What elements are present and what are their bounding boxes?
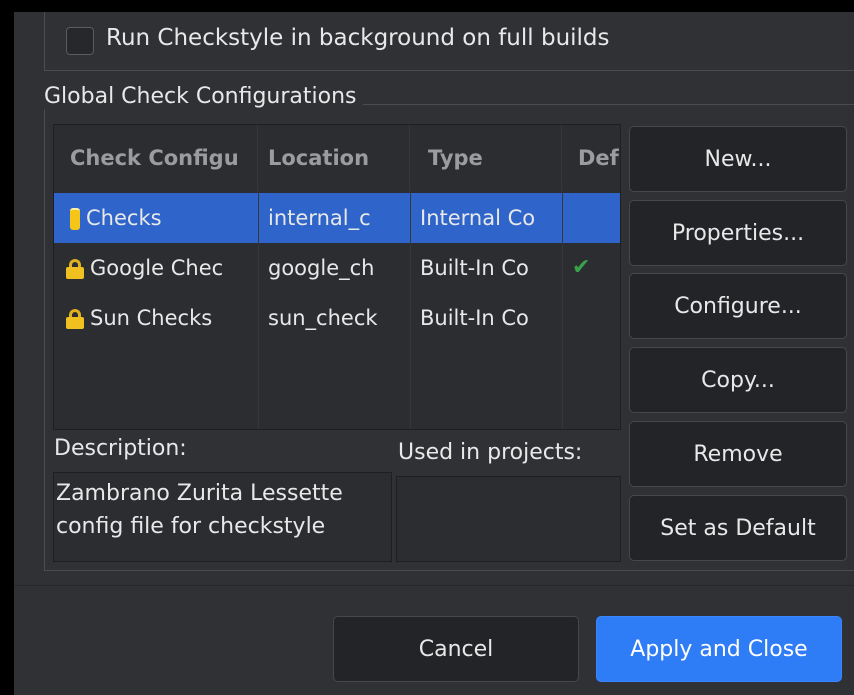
apply-and-close-button[interactable]: Apply and Close bbox=[596, 616, 842, 682]
column-divider bbox=[258, 191, 259, 429]
properties-button[interactable]: Properties... bbox=[629, 200, 847, 266]
table-row[interactable]: Checks internal_c Internal Co bbox=[54, 193, 620, 243]
table-header: Check Configu Location Type Def bbox=[54, 125, 620, 191]
description-text[interactable]: Zambrano Zurita Lessette config file for… bbox=[53, 472, 392, 562]
remove-button[interactable]: Remove bbox=[629, 421, 847, 487]
new-button[interactable]: New... bbox=[629, 126, 847, 192]
row-name: Sun Checks bbox=[90, 306, 213, 330]
column-default[interactable]: Def bbox=[562, 125, 620, 191]
cancel-button[interactable]: Cancel bbox=[333, 616, 579, 682]
row-type: Built-In Co bbox=[420, 306, 529, 330]
database-icon bbox=[70, 208, 80, 230]
global-configurations-title: Global Check Configurations bbox=[44, 84, 363, 109]
column-divider bbox=[562, 191, 563, 429]
description-label: Description: bbox=[54, 436, 187, 461]
row-location: internal_c bbox=[268, 206, 371, 230]
column-location[interactable]: Location bbox=[258, 125, 410, 191]
default-check-icon: ✔ bbox=[572, 255, 591, 280]
background-checkbox-label[interactable]: Run Checkstyle in background on full bui… bbox=[106, 25, 610, 51]
column-divider bbox=[410, 191, 411, 429]
used-in-projects-list[interactable] bbox=[396, 476, 621, 562]
table-row[interactable]: Sun Checks sun_check Built-In Co bbox=[54, 293, 620, 343]
column-type[interactable]: Type bbox=[410, 125, 562, 191]
set-as-default-button[interactable]: Set as Default bbox=[629, 495, 847, 561]
row-name: Google Chec bbox=[90, 256, 224, 280]
lock-icon bbox=[66, 309, 84, 329]
row-default bbox=[562, 193, 620, 243]
copy-button[interactable]: Copy... bbox=[629, 347, 847, 413]
background-checkbox[interactable] bbox=[66, 27, 94, 55]
table-row[interactable]: Google Chec google_ch Built-In Co ✔ bbox=[54, 243, 620, 293]
row-default bbox=[562, 293, 620, 343]
dialog-separator bbox=[14, 585, 854, 586]
row-name: Checks bbox=[86, 206, 162, 230]
check-configurations-table[interactable]: Check Configu Location Type Def Checks i… bbox=[53, 124, 621, 430]
row-location: sun_check bbox=[268, 306, 378, 330]
column-check-configuration[interactable]: Check Configu bbox=[54, 125, 258, 191]
configure-button[interactable]: Configure... bbox=[629, 273, 847, 339]
lock-icon bbox=[66, 259, 84, 279]
row-type: Built-In Co bbox=[420, 256, 529, 280]
used-in-projects-label: Used in projects: bbox=[398, 440, 583, 465]
row-location: google_ch bbox=[268, 256, 375, 280]
row-type: Internal Co bbox=[420, 206, 536, 230]
